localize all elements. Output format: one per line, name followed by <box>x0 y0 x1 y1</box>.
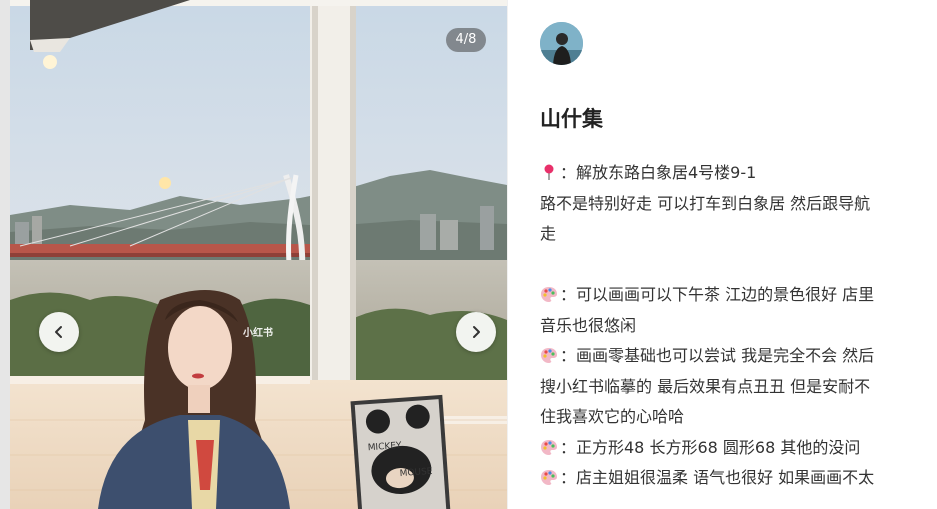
note-line-text: 住我喜欢它的心哈哈 <box>540 407 685 426</box>
palette-icon <box>541 470 557 485</box>
note-line-text: 搜小红书临摹的 最后效果有点丑丑 但是安耐不 <box>540 376 871 396</box>
chevron-right-icon <box>473 326 480 338</box>
watermark: 小红书 <box>243 328 273 339</box>
note-line-text: 路不是特别好走 可以打车到白象居 然后跟导航 <box>540 193 871 213</box>
note-line-text: 走 <box>540 224 557 243</box>
note-line: ：解放东路白象居4号楼9-1 <box>540 158 920 189</box>
note-line-text: ：正方形48 长方形68 圆形68 其他的没问 <box>560 437 861 457</box>
note-line: ：正方形48 长方形68 圆形68 其他的没问 <box>540 433 920 464</box>
chevron-left-icon <box>55 326 62 338</box>
note-line: 音乐也很悠闲 <box>540 311 920 342</box>
note-line: ：画画零基础也可以尝试 我是完全不会 然后 <box>540 341 920 372</box>
palette-icon <box>541 439 557 455</box>
note-content: ：解放东路白象居4号楼9-1 路不是特别好走 可以打车到白象居 然后跟导航走 ：可以… <box>540 158 920 494</box>
author-avatar[interactable] <box>540 22 583 65</box>
note-line: ：可以画画可以下午茶 江边的景色很好 店里 <box>540 280 920 311</box>
next-image-button[interactable] <box>456 312 496 352</box>
note-line: 走 <box>540 219 920 250</box>
note-line-text: ：店主姐姐很温柔 语气也很好 如果画画不太 <box>560 468 875 487</box>
pin-icon <box>544 164 554 180</box>
palette-icon <box>541 348 557 363</box>
note-line: ：店主姐姐很温柔 语气也很好 如果画画不太 <box>540 463 920 494</box>
note-line-text: ：可以画画可以下午茶 江边的景色很好 店里 <box>560 285 875 304</box>
panel-divider <box>507 0 508 509</box>
note-line-text: 音乐也很悠闲 <box>540 315 637 335</box>
left-gutter <box>0 0 10 509</box>
note-line-text: ：画画零基础也可以尝试 我是完全不会 然后 <box>560 346 875 365</box>
carousel-photo: MICKEY MOUSE <box>10 0 507 509</box>
note-line: 住我喜欢它的心哈哈 <box>540 402 920 433</box>
palette-icon <box>541 287 557 302</box>
prev-image-button[interactable] <box>39 312 79 352</box>
note-line-text: ：解放东路白象居4号楼9-1 <box>560 163 757 182</box>
image-carousel[interactable]: MICKEY MOUSE 小红书 4/8 <box>10 0 507 509</box>
image-counter: 4/8 <box>446 28 486 52</box>
note-title: 山什集 <box>540 107 603 131</box>
note-line: 搜小红书临摹的 最后效果有点丑丑 但是安耐不 <box>540 372 920 403</box>
note-line: 路不是特别好走 可以打车到白象居 然后跟导航 <box>540 189 920 220</box>
